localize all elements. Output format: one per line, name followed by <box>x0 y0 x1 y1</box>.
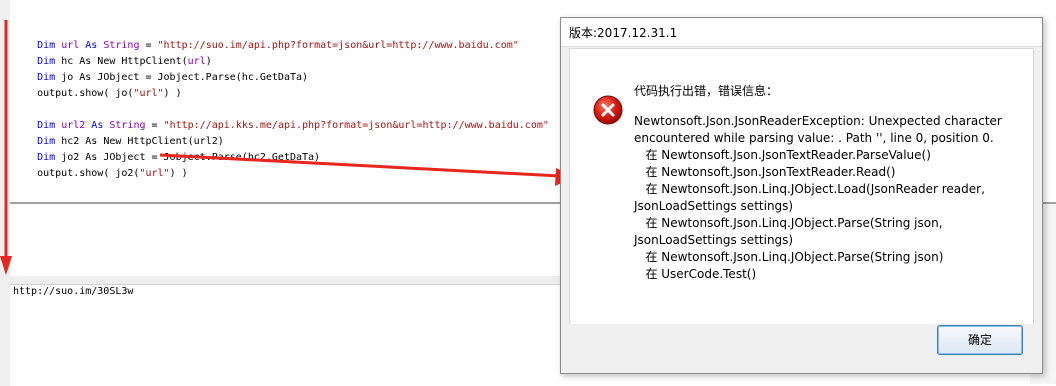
dialog-body: 代码执行出错，错误信息： Newtonsoft.Json.JsonReaderE… <box>569 48 1034 326</box>
code-line-7: Dim jo2 As JObject = Jobject.Parse(hc2.G… <box>37 152 321 163</box>
dialog-title: 版本:2017.12.31.1 <box>569 26 678 40</box>
code-line-6: Dim hc2 As New HttpClient(url2) <box>37 136 224 147</box>
ok-button[interactable]: 确定 <box>937 325 1023 355</box>
code-line-4: output.show( jo("url") ) <box>37 88 182 99</box>
error-dialog: 版本:2017.12.31.1 代码执行出错，错误信息： Newtonsoft.… <box>560 17 1043 374</box>
error-icon <box>593 95 623 125</box>
error-heading: 代码执行出错，错误信息： <box>634 84 779 98</box>
code-line-5: Dim url2 As String = "http://api.kks.me/… <box>37 120 549 131</box>
error-message: Newtonsoft.Json.JsonReaderException: Une… <box>634 114 1002 281</box>
code-line-8: output.show( jo2("url") ) <box>37 168 188 179</box>
code-line-2: Dim hc As New HttpClient(url) <box>37 56 212 67</box>
output-text: http://suo.im/30SL3w <box>13 286 134 297</box>
code-line-1: Dim url As String = "http://suo.im/api.p… <box>37 40 519 51</box>
left-margin <box>0 0 10 386</box>
code-line-3: Dim jo As JObject = Jobject.Parse(hc.Get… <box>37 72 309 83</box>
dialog-titlebar[interactable]: 版本:2017.12.31.1 <box>561 18 1042 47</box>
